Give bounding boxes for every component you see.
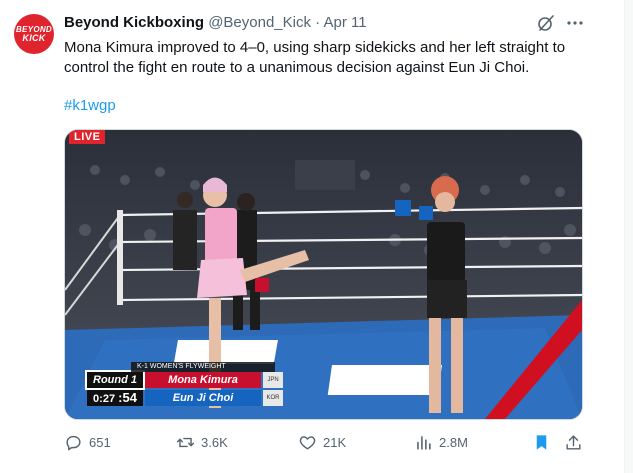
fight-clock: 0:27 :54: [87, 390, 143, 406]
avatar-text-bottom: KICK: [22, 33, 46, 43]
handle[interactable]: @Beyond_Kick: [208, 14, 311, 31]
bookmark-button[interactable]: [532, 430, 557, 454]
more-icon[interactable]: [565, 13, 585, 33]
red-fighter-flag: JPN: [263, 372, 283, 388]
bookmark-icon: [536, 434, 547, 450]
tweet-text: Mona Kimura improved to 4–0, using sharp…: [64, 39, 566, 76]
tweet-header: Beyond Kickboxing @Beyond_Kick · Apr 11: [64, 13, 367, 33]
reply-icon: [66, 435, 81, 450]
avatar[interactable]: BEYOND KICK: [14, 14, 54, 54]
red-fighter-name: Mona Kimura: [145, 372, 261, 388]
separator: ·: [315, 14, 321, 31]
division-label: K-1 WOMEN'S FLYWEIGHT: [131, 362, 275, 372]
round-label: Round 1: [87, 372, 143, 388]
reply-count: 651: [89, 434, 111, 450]
live-badge: LIVE: [69, 130, 106, 144]
reply-button[interactable]: 651: [64, 430, 111, 454]
share-button[interactable]: [564, 430, 589, 454]
blue-fighter-name: Eun Ji Choi: [145, 390, 261, 406]
tweet-date[interactable]: Apr 11: [324, 14, 367, 31]
views-icon: [417, 435, 431, 450]
scorebug: K-1 WOMEN'S FLYWEIGHT Round 1 Mona Kimur…: [87, 362, 283, 408]
blue-fighter-flag: KOR: [263, 390, 283, 406]
repost-count: 3.6K: [201, 434, 228, 450]
action-bar: 651 3.6K 21K 2.8M: [64, 430, 581, 454]
grok-icon[interactable]: [536, 13, 556, 33]
views-button[interactable]: 2.8M: [414, 430, 468, 454]
video-player[interactable]: LIVE K-1 WOMEN'S FLYWEIGHT Round 1 Mona …: [64, 129, 583, 420]
like-count: 21K: [323, 434, 347, 450]
round-clock: :54: [118, 390, 137, 405]
share-icon: [566, 434, 581, 450]
repost-button[interactable]: 3.6K: [176, 430, 228, 454]
scrollbar[interactable]: [625, 0, 633, 473]
like-icon: [299, 435, 316, 450]
display-name[interactable]: Beyond Kickboxing: [64, 14, 204, 31]
elapsed-time: 0:27: [93, 393, 116, 405]
hashtag-link[interactable]: #k1wgp: [64, 96, 116, 116]
view-count: 2.8M: [439, 434, 468, 450]
repost-icon: [176, 437, 195, 447]
like-button[interactable]: 21K: [298, 430, 346, 454]
